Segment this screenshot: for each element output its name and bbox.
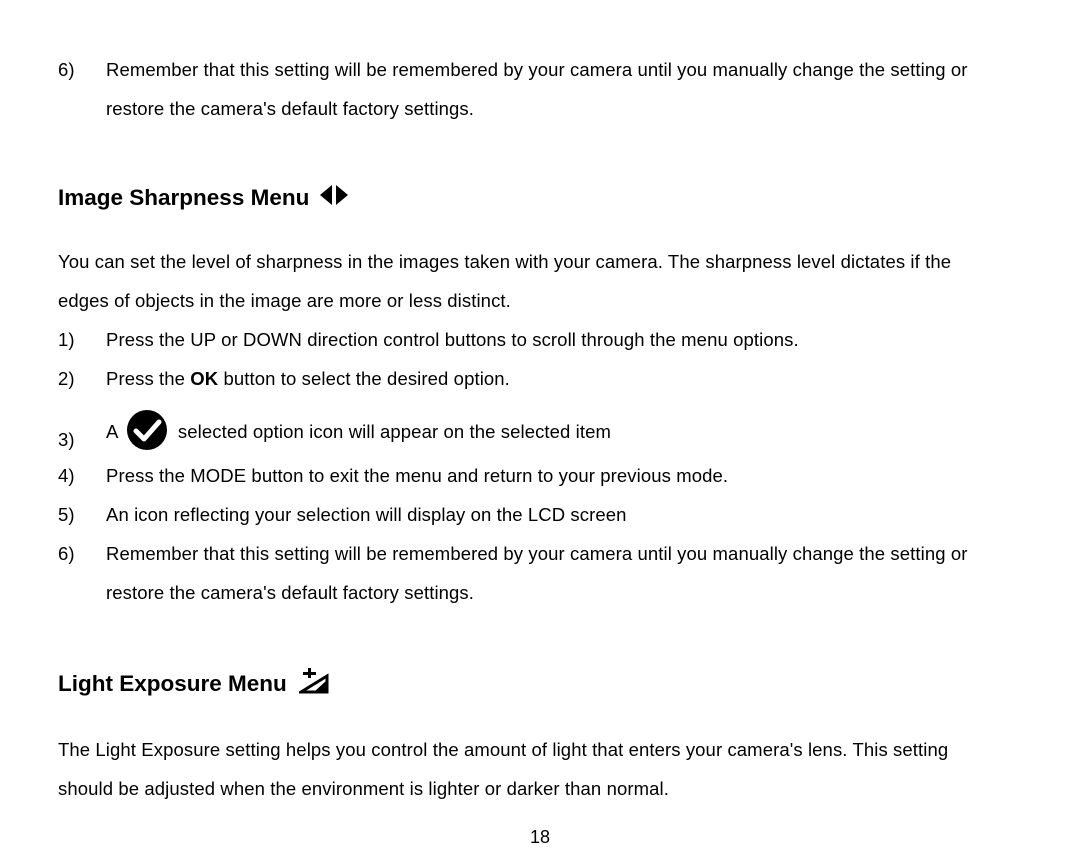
- list-item: 4) Press the MODE button to exit the men…: [58, 456, 1022, 495]
- list-text: A selected option icon will appear on th…: [106, 408, 1022, 452]
- list-number: 4): [58, 456, 106, 495]
- list-text: restore the camera's default factory set…: [106, 573, 1022, 612]
- list-item: 5) An icon reflecting your selection wil…: [58, 495, 1022, 534]
- heading-image-sharpness: Image Sharpness Menu: [58, 184, 1022, 212]
- list-item: 1) Press the UP or DOWN direction contro…: [58, 320, 1022, 359]
- heading-text: Light Exposure Menu: [58, 671, 287, 697]
- page-number: 18: [0, 827, 1080, 848]
- checkmark-icon: [125, 408, 169, 452]
- list-number: 6): [58, 534, 106, 573]
- list-number: 3): [58, 428, 106, 452]
- list-text: Press the MODE button to exit the menu a…: [106, 456, 1022, 495]
- list-item-cont: restore the camera's default factory set…: [58, 573, 1022, 612]
- list-text: Remember that this setting will be remem…: [106, 50, 1022, 89]
- heading-light-exposure: Light Exposure Menu: [58, 668, 1022, 700]
- list-text: Press the UP or DOWN direction control b…: [106, 320, 1022, 359]
- list-text: Press the OK button to select the desire…: [106, 359, 1022, 398]
- list-item-cont: restore the camera's default factory set…: [58, 89, 1022, 128]
- exposure-icon: [299, 668, 329, 700]
- list-number: 6): [58, 50, 106, 89]
- list-number: 2): [58, 359, 106, 398]
- list-text: Remember that this setting will be remem…: [106, 534, 1022, 573]
- list-text: An icon reflecting your selection will d…: [106, 495, 1022, 534]
- paragraph-text: The Light Exposure setting helps you con…: [58, 730, 1022, 769]
- list-item: 6) Remember that this setting will be re…: [58, 50, 1022, 89]
- list-number: 5): [58, 495, 106, 534]
- heading-text: Image Sharpness Menu: [58, 185, 309, 211]
- list-item: 6) Remember that this setting will be re…: [58, 534, 1022, 573]
- list-text: restore the camera's default factory set…: [106, 89, 1022, 128]
- sharpness-icon: [319, 184, 349, 212]
- paragraph-text: You can set the level of sharpness in th…: [58, 242, 1022, 281]
- paragraph-text: edges of objects in the image are more o…: [58, 281, 1022, 320]
- document-page: 6) Remember that this setting will be re…: [0, 0, 1080, 864]
- list-item: 2) Press the OK button to select the des…: [58, 359, 1022, 398]
- list-number: 1): [58, 320, 106, 359]
- paragraph-text: should be adjusted when the environment …: [58, 769, 1022, 808]
- list-item: 3) A selected option icon will appear on…: [58, 408, 1022, 452]
